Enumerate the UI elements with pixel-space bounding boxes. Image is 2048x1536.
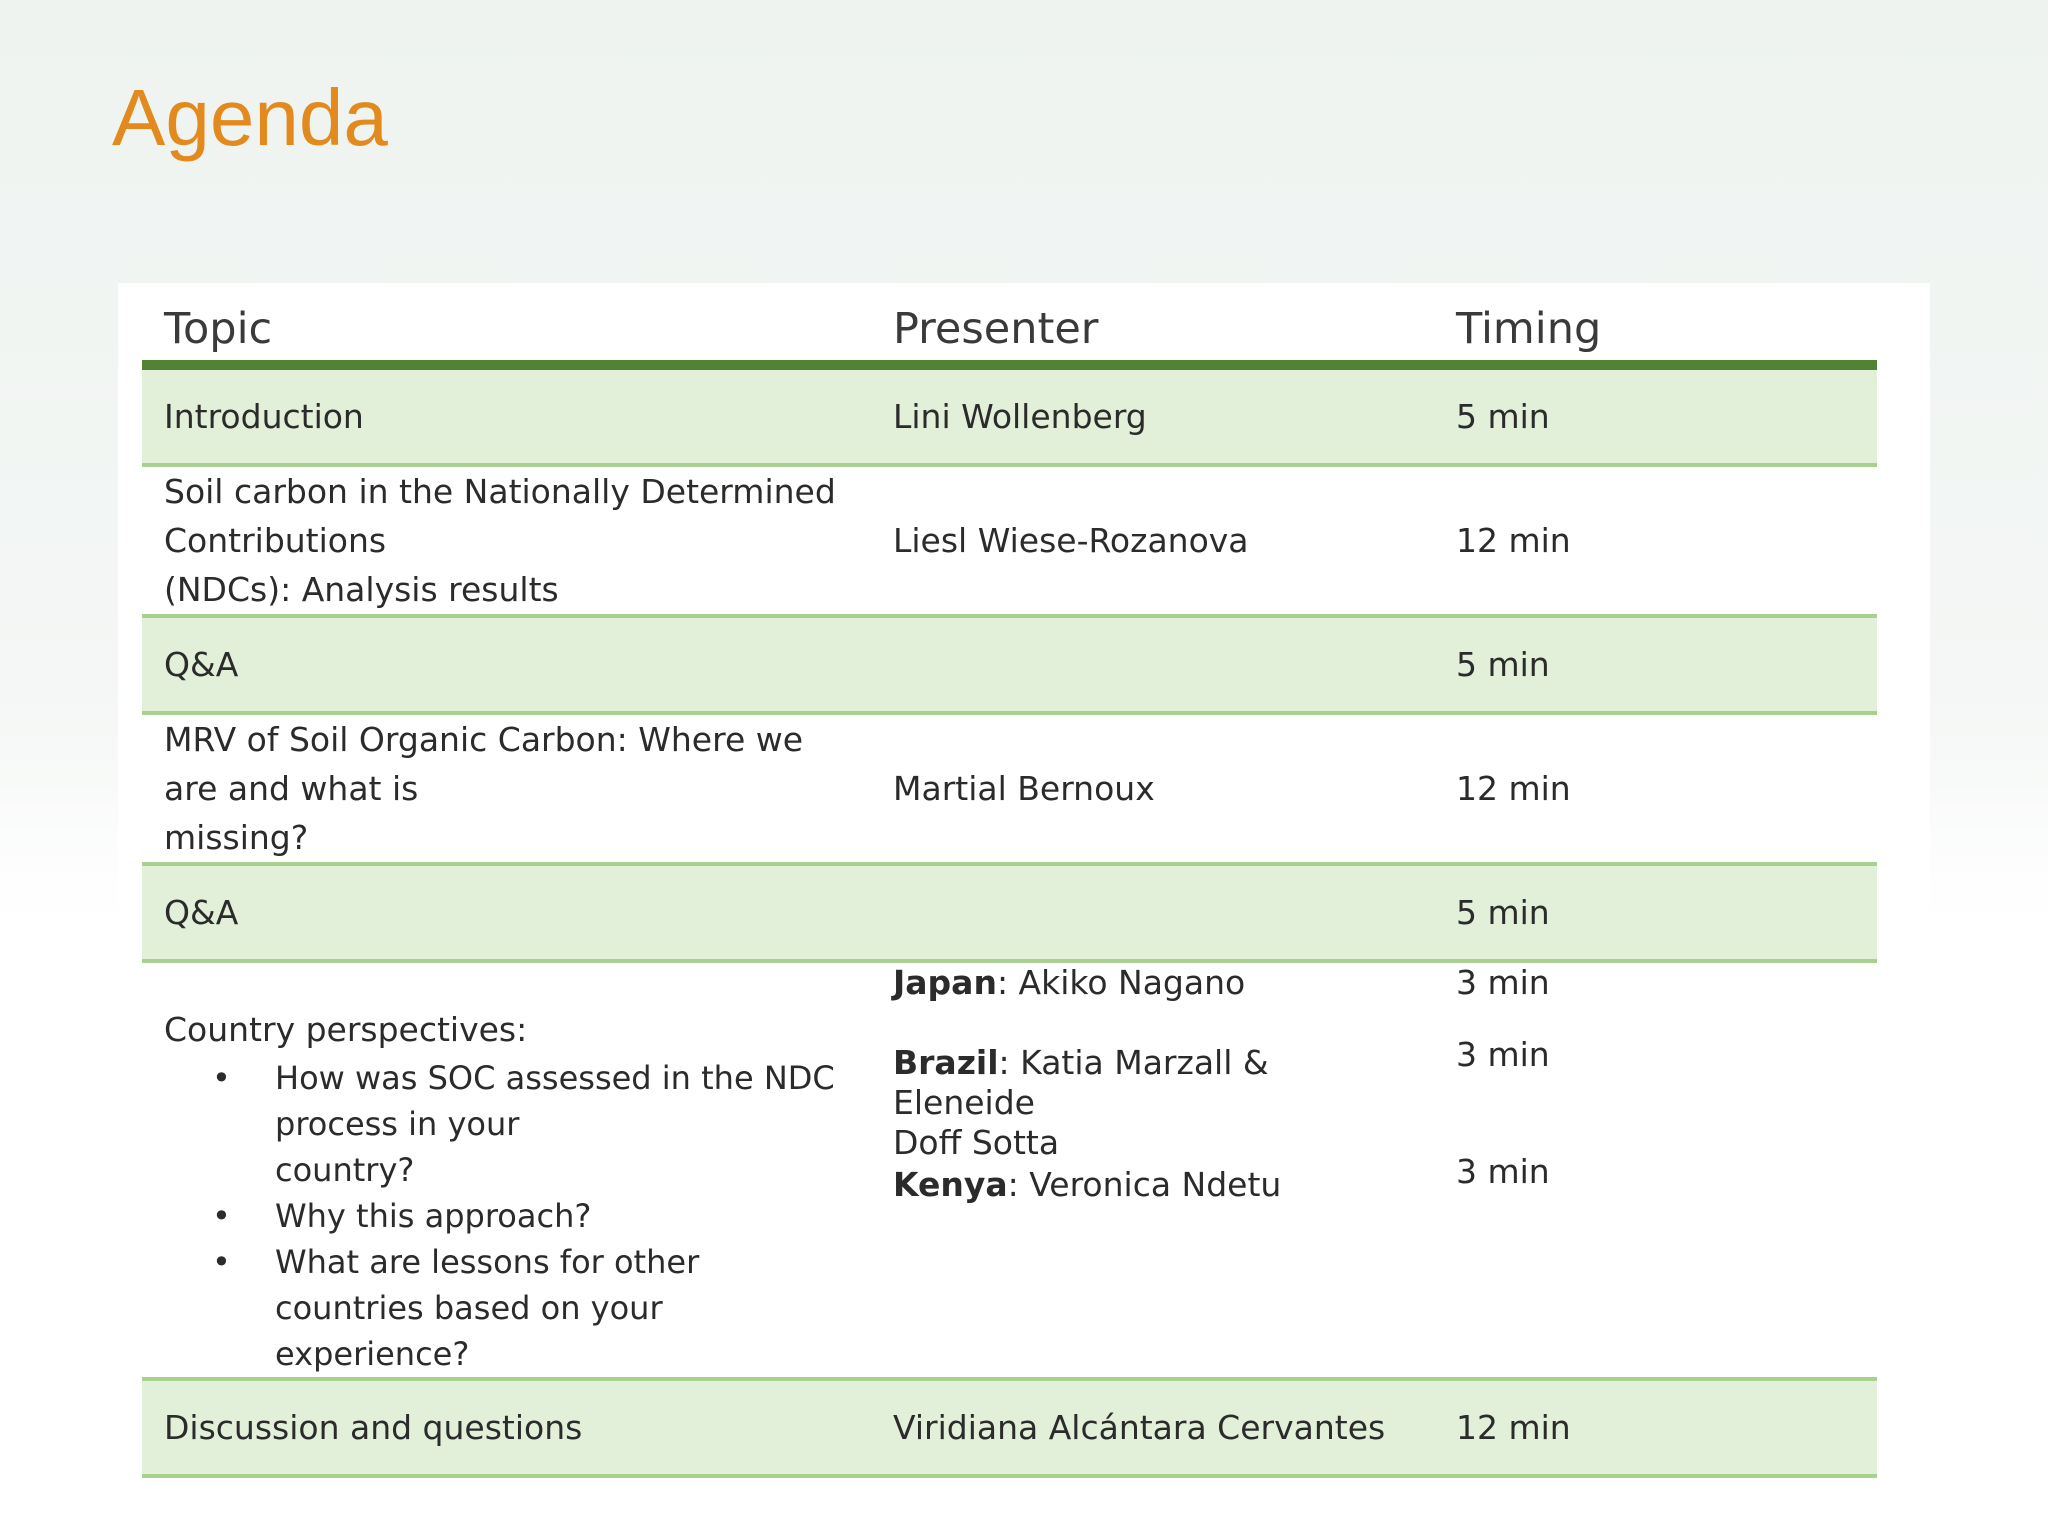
presenter-name: : Akiko Nagano — [996, 963, 1246, 1002]
country-name: Brazil — [893, 1043, 999, 1082]
country-presenter-japan: Japan: Akiko Nagano — [893, 963, 1412, 1003]
country-perspectives-heading: Country perspectives: — [164, 1010, 528, 1049]
topic-text-line1: Soil carbon in the Nationally Determined… — [164, 472, 836, 560]
timing-cell: 12 min — [1434, 713, 1877, 866]
topic-text-line2: (NDCs): Analysis results — [164, 570, 559, 609]
presenter-name-line2: Doff Sotta — [893, 1123, 1060, 1162]
header-presenter: Presenter — [871, 290, 1434, 370]
presenter-name: : Veronica Ndetu — [1007, 1165, 1282, 1204]
topic-cell: MRV of Soil Organic Carbon: Where we are… — [142, 713, 871, 866]
country-presenter-kenya: Kenya: Veronica Ndetu — [893, 1165, 1412, 1205]
country-presenter-list: Japan: Akiko Nagano Brazil: Katia Marzal… — [893, 963, 1412, 1280]
slide-title: Agenda — [112, 73, 388, 162]
list-item: • What are lessons for other countries b… — [164, 1239, 849, 1377]
country-questions-list: • How was SOC assessed in the NDC proces… — [164, 1055, 849, 1377]
list-item-line1: Why this approach? — [275, 1197, 592, 1235]
topic-cell: Soil carbon in the Nationally Determined… — [142, 465, 871, 618]
list-item-line1: How was SOC assessed in the NDC process … — [275, 1059, 835, 1143]
header-timing: Timing — [1434, 290, 1877, 370]
agenda-table: Topic Presenter Timing Introduction Lini… — [142, 290, 1877, 1478]
timing-brazil: 3 min — [1456, 1035, 1550, 1074]
presenter-cell — [871, 616, 1434, 715]
timing-cell: 12 min — [1434, 1379, 1877, 1478]
topic-text-line2: missing? — [164, 818, 309, 857]
table-row-country-perspectives: Country perspectives: • How was SOC asse… — [142, 961, 1877, 1381]
presenter-cell: Lini Wollenberg — [871, 365, 1434, 467]
list-item-line1: What are lessons for other countries bas… — [275, 1243, 700, 1327]
bullet-icon: • — [212, 1197, 231, 1235]
table-row: Q&A 5 min — [142, 616, 1877, 715]
topic-cell: Q&A — [142, 616, 871, 715]
presenter-cell: Martial Bernoux — [871, 713, 1434, 866]
timing-cell: 5 min — [1434, 365, 1877, 467]
timing-cell: 3 min 3 min 3 min — [1434, 961, 1877, 1381]
table-row: Discussion and questions Viridiana Alcán… — [142, 1379, 1877, 1478]
topic-cell: Discussion and questions — [142, 1379, 871, 1478]
topic-text-line1: MRV of Soil Organic Carbon: Where we are… — [164, 720, 804, 808]
timing-cell: 5 min — [1434, 864, 1877, 963]
list-item-line2: country? — [275, 1151, 415, 1189]
table-row: Soil carbon in the Nationally Determined… — [142, 465, 1877, 618]
timing-kenya: 3 min — [1456, 1152, 1550, 1191]
timing-cell: 12 min — [1434, 465, 1877, 618]
presenter-cell — [871, 864, 1434, 963]
table-header-row: Topic Presenter Timing — [142, 290, 1877, 370]
bullet-icon: • — [212, 1059, 231, 1097]
country-timing-list: 3 min 3 min 3 min — [1456, 963, 1855, 1280]
table-row: MRV of Soil Organic Carbon: Where we are… — [142, 713, 1877, 866]
presenter-cell: Japan: Akiko Nagano Brazil: Katia Marzal… — [871, 961, 1434, 1381]
topic-text: Q&A — [164, 893, 239, 932]
list-item-line2: experience? — [275, 1335, 470, 1373]
presenter-cell: Liesl Wiese-Rozanova — [871, 465, 1434, 618]
topic-cell: Country perspectives: • How was SOC asse… — [142, 961, 871, 1381]
header-topic: Topic — [142, 290, 871, 370]
topic-text: Introduction — [164, 397, 364, 436]
timing-japan: 3 min — [1456, 963, 1550, 1002]
country-name: Japan — [893, 963, 997, 1002]
country-presenter-brazil: Brazil: Katia Marzall & Eleneide Doff So… — [893, 1043, 1412, 1163]
table-row: Q&A 5 min — [142, 864, 1877, 963]
list-item: • How was SOC assessed in the NDC proces… — [164, 1055, 849, 1193]
bullet-icon: • — [212, 1243, 231, 1281]
topic-text: Q&A — [164, 645, 239, 684]
country-name: Kenya — [893, 1165, 1008, 1204]
table-row: Introduction Lini Wollenberg 5 min — [142, 365, 1877, 467]
presenter-cell: Viridiana Alcántara Cervantes — [871, 1379, 1434, 1478]
list-item: • Why this approach? — [164, 1193, 849, 1239]
topic-cell: Introduction — [142, 365, 871, 467]
timing-cell: 5 min — [1434, 616, 1877, 715]
topic-cell: Q&A — [142, 864, 871, 963]
